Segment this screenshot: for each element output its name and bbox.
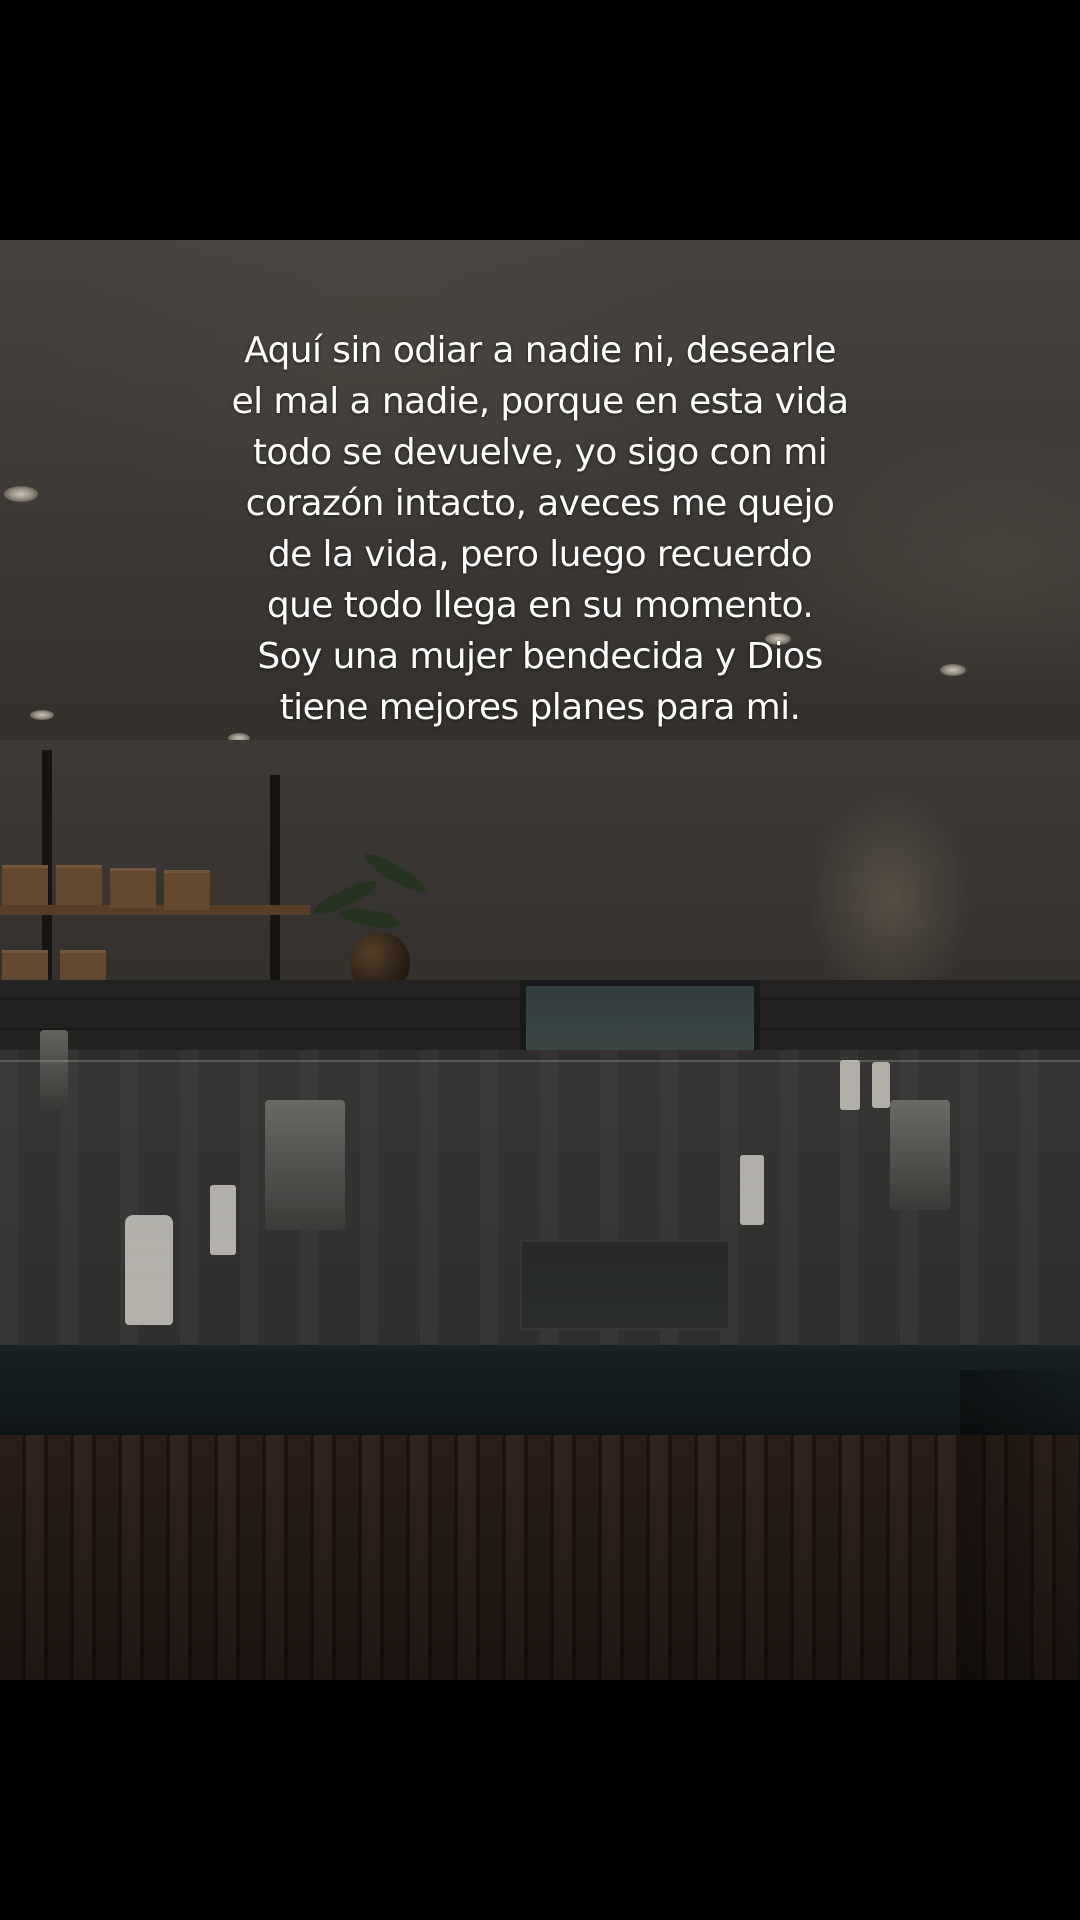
letterbox-bottom	[0, 1680, 1080, 1920]
caption-text: Aquí sin odiar a nadie ni, desearle el m…	[231, 330, 850, 728]
video-frame: Aquí sin odiar a nadie ni, desearle el m…	[0, 0, 1080, 1920]
letterbox-top	[0, 0, 1080, 240]
